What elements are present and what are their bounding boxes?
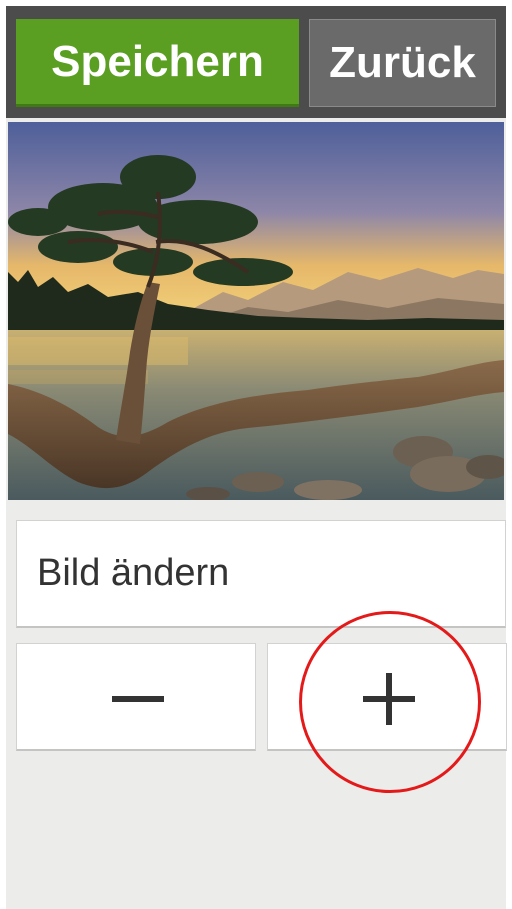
top-toolbar: Speichern Zurück bbox=[6, 6, 506, 118]
decrease-button[interactable] bbox=[16, 643, 256, 751]
photo-preview bbox=[8, 122, 504, 500]
plus-icon-vertical bbox=[386, 673, 392, 725]
app-screen: Speichern Zurück Bild ändern bbox=[6, 6, 507, 909]
landscape-photo bbox=[8, 122, 504, 500]
change-image-button[interactable]: Bild ändern bbox=[16, 520, 506, 628]
change-image-label: Bild ändern bbox=[37, 552, 230, 594]
minus-icon bbox=[112, 696, 164, 702]
increase-button[interactable] bbox=[267, 643, 507, 751]
save-button[interactable]: Speichern bbox=[16, 19, 299, 107]
back-button-label: Zurück bbox=[329, 38, 476, 87]
back-button[interactable]: Zurück bbox=[309, 19, 496, 107]
save-button-label: Speichern bbox=[51, 36, 264, 86]
